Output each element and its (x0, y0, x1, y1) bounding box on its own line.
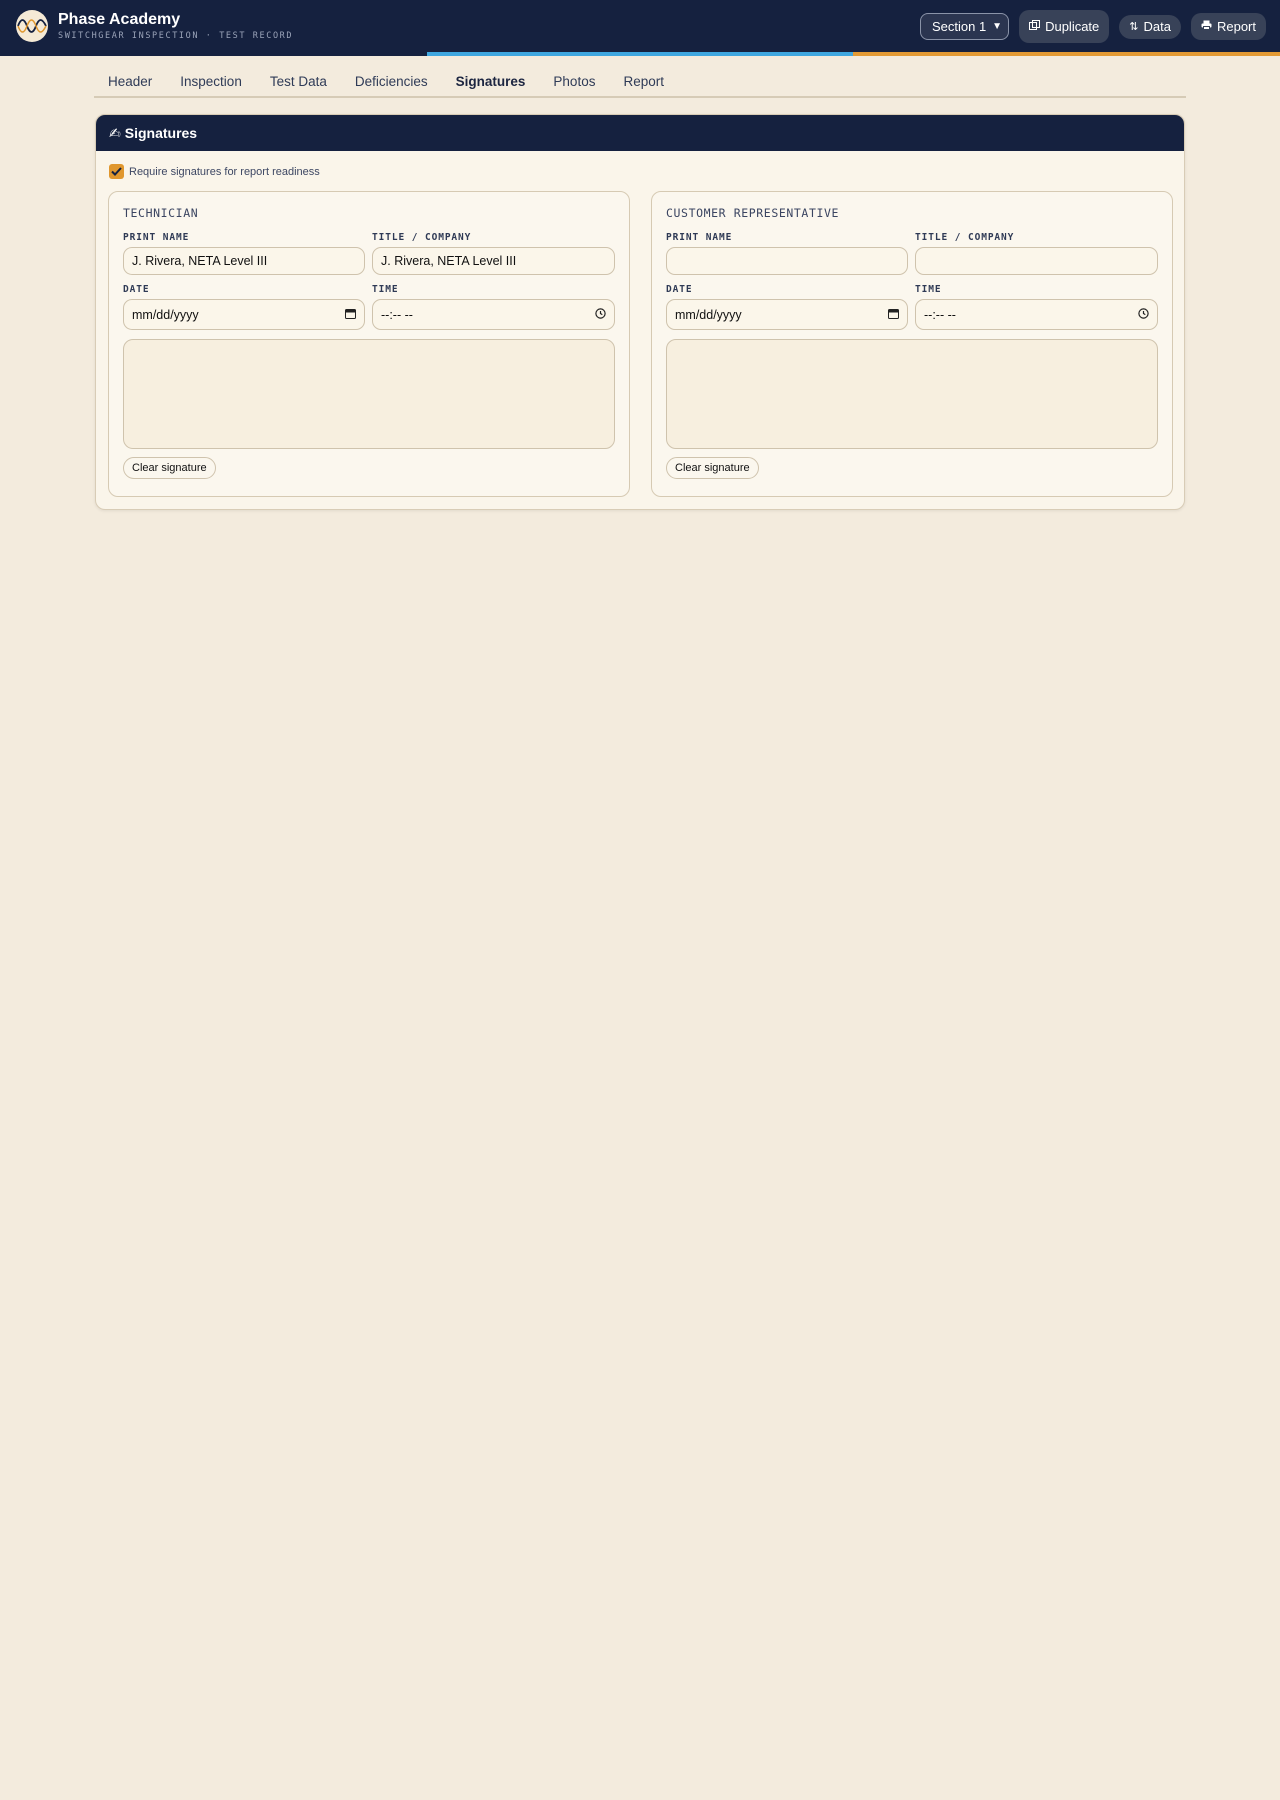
technician-time-input[interactable]: --:-- -- (372, 299, 615, 330)
calendar-icon[interactable] (345, 308, 356, 322)
tab-photos[interactable]: Photos (539, 66, 609, 97)
app-title: Phase Academy (58, 11, 181, 28)
progress-segment-blue (427, 52, 853, 56)
customer-panel: CUSTOMER REPRESENTATIVE PRINT NAME TITLE… (651, 191, 1173, 497)
tab-signatures[interactable]: Signatures (442, 66, 540, 97)
tab-report[interactable]: Report (609, 66, 678, 97)
customer-date-input[interactable]: mm/dd/yyyy (666, 299, 908, 330)
require-signatures-label: Require signatures for report readiness (129, 165, 320, 178)
require-signatures-checkbox[interactable] (109, 164, 124, 179)
top-actions: Section 1 ▼ Duplicate ⇅ Data Report (919, 10, 1266, 43)
customer-time-label: TIME (915, 284, 942, 295)
technician-date-label: DATE (123, 284, 150, 295)
report-button[interactable]: Report (1190, 13, 1266, 40)
section-tabs: Header Inspection Test Data Deficiencies… (94, 66, 1186, 98)
technician-title-company-label: TITLE / COMPANY (372, 232, 472, 243)
duplicate-label: Duplicate (1045, 19, 1100, 34)
technician-title-company-value: J. Rivera, NETA Level III (381, 254, 517, 268)
brand: Phase Academy SWITCHGEAR INSPECTION · TE… (16, 10, 293, 42)
data-label: Data (1143, 19, 1171, 34)
duplicate-button[interactable]: Duplicate (1019, 10, 1110, 43)
clock-icon[interactable] (595, 307, 606, 322)
customer-time-placeholder: --:-- -- (924, 307, 956, 322)
signatures-card: ✍ Signatures Require signatures for repo… (95, 114, 1185, 510)
technician-date-placeholder: mm/dd/yyyy (132, 307, 199, 322)
technician-panel: TECHNICIAN PRINT NAME J. Rivera, NETA Le… (108, 191, 630, 497)
technician-title: TECHNICIAN (123, 206, 199, 220)
chevron-down-icon: ▼ (992, 21, 1003, 32)
calendar-icon[interactable] (888, 308, 899, 322)
card-header: ✍ Signatures (96, 115, 1184, 151)
technician-print-name-label: PRINT NAME (123, 232, 190, 243)
printer-icon (1201, 20, 1212, 33)
signature-hand-icon: ✍ (109, 124, 121, 141)
customer-title: CUSTOMER REPRESENTATIVE (666, 206, 840, 220)
section-select-value: Section 1 (931, 19, 987, 34)
customer-time-input[interactable]: --:-- -- (915, 299, 1158, 330)
customer-date-placeholder: mm/dd/yyyy (675, 307, 742, 322)
technician-time-placeholder: --:-- -- (381, 307, 413, 322)
tab-header[interactable]: Header (94, 66, 166, 97)
tab-inspection[interactable]: Inspection (166, 66, 256, 97)
technician-time-label: TIME (372, 284, 399, 295)
customer-print-name-input[interactable] (666, 247, 908, 275)
technician-print-name-input[interactable]: J. Rivera, NETA Level III (123, 247, 365, 275)
data-button[interactable]: ⇅ Data (1119, 14, 1181, 39)
require-signatures-row: Require signatures for report readiness (109, 164, 320, 179)
technician-signature-pad[interactable] (123, 339, 615, 449)
clock-icon[interactable] (1138, 307, 1149, 322)
technician-print-name-value: J. Rivera, NETA Level III (132, 254, 268, 268)
technician-clear-signature-button[interactable]: Clear signature (123, 457, 216, 479)
customer-title-company-input[interactable] (915, 247, 1158, 275)
progress-segment-orange (853, 52, 1280, 56)
waveform-logo-icon (16, 10, 48, 42)
customer-print-name-label: PRINT NAME (666, 232, 733, 243)
app-subtitle: SWITCHGEAR INSPECTION · TEST RECORD (58, 31, 294, 41)
technician-date-input[interactable]: mm/dd/yyyy (123, 299, 365, 330)
customer-clear-signature-button[interactable]: Clear signature (666, 457, 759, 479)
card-title: Signatures (124, 125, 198, 141)
copy-icon (1029, 20, 1041, 33)
report-label: Report (1216, 19, 1256, 34)
tab-deficiencies[interactable]: Deficiencies (341, 66, 442, 97)
customer-signature-pad[interactable] (666, 339, 1158, 449)
top-bar: Phase Academy SWITCHGEAR INSPECTION · TE… (0, 0, 1280, 56)
technician-title-company-input[interactable]: J. Rivera, NETA Level III (372, 247, 615, 275)
tab-test-data[interactable]: Test Data (256, 66, 341, 97)
section-select[interactable]: Section 1 ▼ (919, 13, 1010, 40)
customer-title-company-label: TITLE / COMPANY (915, 232, 1015, 243)
progress-stripe (0, 52, 1280, 56)
customer-date-label: DATE (666, 284, 693, 295)
sort-arrows-icon: ⇅ (1129, 21, 1139, 33)
